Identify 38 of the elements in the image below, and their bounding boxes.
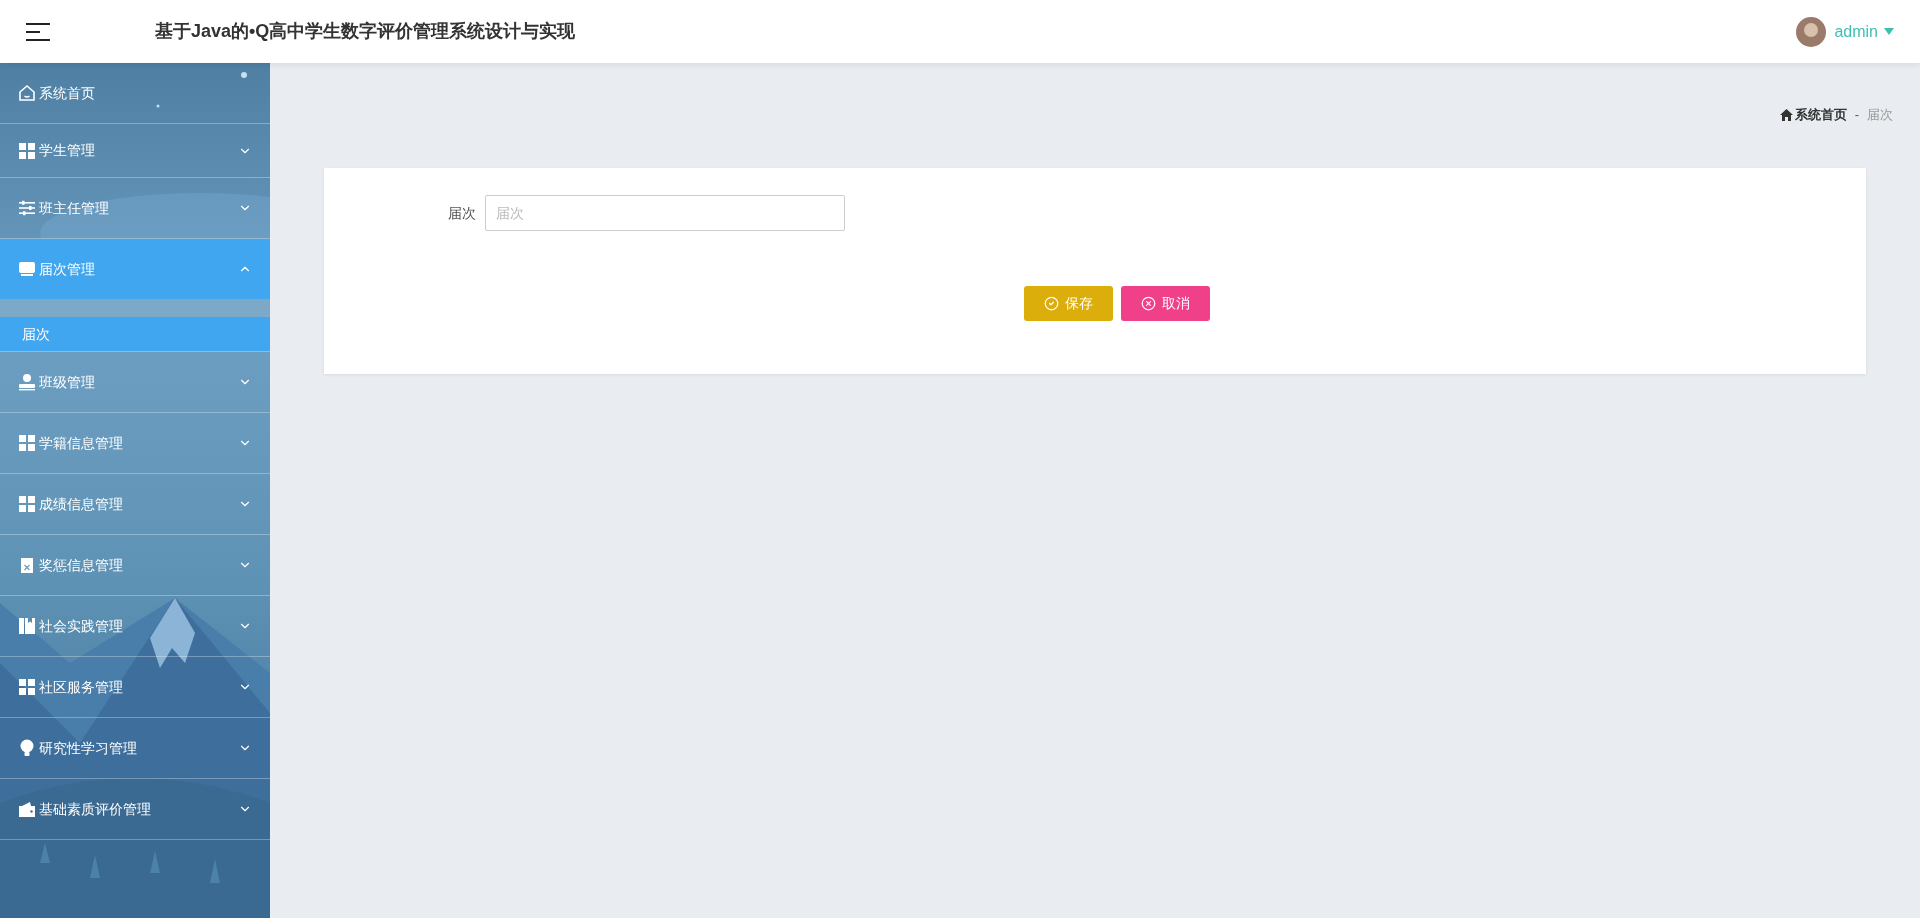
book-icon [18,617,36,635]
wallet-icon [18,800,36,818]
sidebar-item[interactable]: 社会实践管理 [0,596,270,656]
save-button[interactable]: 保存 [1024,286,1113,321]
sidebar-item[interactable]: 学籍信息管理 [0,413,270,473]
home-icon [1779,109,1793,121]
app-title: 基于Java的•Q高中学生数字评价管理系统设计与实现 [155,20,576,43]
clipboard-icon [18,556,36,574]
check-circle-icon [1044,296,1059,311]
grid-icon [18,495,36,513]
user-menu[interactable]: admin [1834,19,1894,44]
sidebar-item[interactable]: 成绩信息管理 [0,474,270,534]
sidebar-item[interactable]: 奖惩信息管理 [0,535,270,595]
breadcrumb-link[interactable]: 系统首页 [1794,105,1847,125]
close-circle-icon [1141,296,1156,311]
breadcrumb-separator: - [1854,106,1859,125]
grid-icon [18,141,36,160]
menu-icon[interactable] [26,21,50,42]
sidebar-item[interactable]: 班级管理 [0,352,270,412]
user-icon [18,373,36,391]
lightbulb-icon [18,739,36,757]
home-icon [18,84,36,102]
grid-icon [18,678,36,696]
submenu-item[interactable]: 届次 [0,317,270,351]
caret-icon [1884,28,1894,35]
sidebar-item[interactable]: 届次管理 [0,239,270,299]
cancel-button[interactable]: 取消 [1121,286,1210,321]
sidebar-item[interactable]: 学生管理 [0,124,270,177]
sidebar-item[interactable]: 系统首页 [0,63,270,123]
breadcrumb-current: 届次 [1867,106,1893,125]
sidebar-item[interactable]: 班主任管理 [0,178,270,238]
sliders-icon [18,199,36,217]
sidebar-item[interactable]: 社区服务管理 [0,657,270,717]
sidebar-item[interactable]: 研究性学习管理 [0,718,270,778]
field-label: 届次 [448,203,476,223]
input-field[interactable]: 届次 [485,195,845,231]
grid-icon [18,434,36,452]
avatar [1796,16,1827,47]
